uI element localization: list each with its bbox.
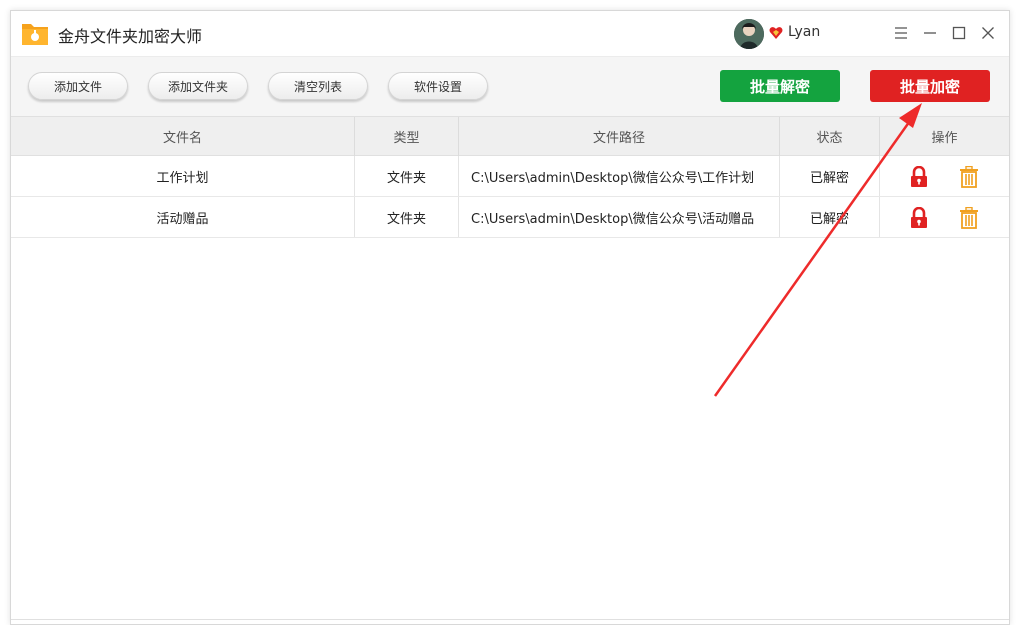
table-row[interactable]: 活动赠品 文件夹 C:\Users\admin\Desktop\微信公众号\活动… — [11, 197, 1009, 238]
app-window: 金舟文件夹加密大师 Lyan 添加文件 添加文件 — [10, 10, 1010, 625]
close-icon[interactable] — [978, 23, 998, 43]
username[interactable]: Lyan — [788, 24, 820, 40]
cell-path: C:\Users\admin\Desktop\微信公众号\活动赠品 — [459, 197, 780, 237]
batch-encrypt-button[interactable]: 批量加密 — [870, 70, 990, 102]
lock-icon[interactable] — [909, 207, 929, 229]
add-file-button[interactable]: 添加文件 — [28, 72, 128, 100]
cell-path: C:\Users\admin\Desktop\微信公众号\工作计划 — [459, 156, 780, 196]
vip-heart-icon — [769, 26, 783, 40]
header-status[interactable]: 状态 — [780, 117, 880, 156]
maximize-icon[interactable] — [949, 23, 969, 43]
cell-filename: 工作计划 — [11, 156, 355, 196]
cell-type: 文件夹 — [355, 156, 459, 196]
add-folder-button[interactable]: 添加文件夹 — [148, 72, 248, 100]
header-path[interactable]: 文件路径 — [459, 117, 780, 156]
header-actions: 操作 — [880, 117, 1009, 156]
minimize-icon[interactable] — [920, 23, 940, 43]
menu-icon[interactable] — [891, 23, 911, 43]
table-row[interactable]: 工作计划 文件夹 C:\Users\admin\Desktop\微信公众号\工作… — [11, 156, 1009, 197]
bottom-divider — [11, 619, 1009, 620]
header-filename[interactable]: 文件名 — [11, 117, 355, 156]
avatar[interactable] — [734, 19, 764, 49]
settings-button[interactable]: 软件设置 — [388, 72, 488, 100]
cell-filename: 活动赠品 — [11, 197, 355, 237]
trash-icon[interactable] — [959, 166, 979, 188]
batch-decrypt-button[interactable]: 批量解密 — [720, 70, 840, 102]
title-bar: 金舟文件夹加密大师 Lyan — [11, 11, 1009, 56]
clear-list-button[interactable]: 清空列表 — [268, 72, 368, 100]
cell-status: 已解密 — [780, 156, 880, 196]
lock-icon[interactable] — [909, 166, 929, 188]
table-header: 文件名 类型 文件路径 状态 操作 — [11, 116, 1009, 156]
folder-logo-icon — [21, 20, 49, 46]
cell-type: 文件夹 — [355, 197, 459, 237]
toolbar: 添加文件 添加文件夹 清空列表 软件设置 批量解密 批量加密 — [11, 56, 1009, 117]
header-type[interactable]: 类型 — [355, 117, 459, 156]
cell-actions — [880, 156, 1009, 196]
cell-actions — [880, 197, 1009, 237]
trash-icon[interactable] — [959, 207, 979, 229]
cell-status: 已解密 — [780, 197, 880, 237]
app-title: 金舟文件夹加密大师 — [58, 23, 202, 47]
